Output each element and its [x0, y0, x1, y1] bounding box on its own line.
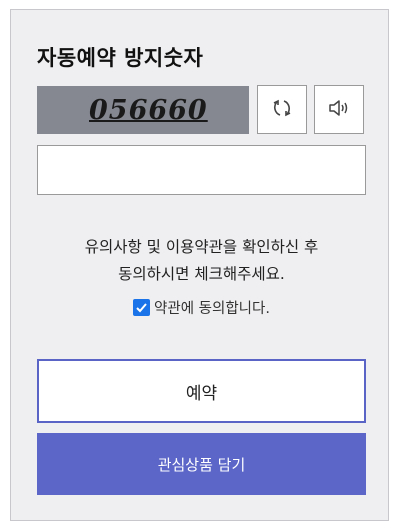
- agree-label[interactable]: 약관에 동의합니다.: [154, 297, 270, 318]
- audio-captcha-button[interactable]: [314, 85, 364, 134]
- add-to-wishlist-button[interactable]: 관심상품 담기: [37, 433, 366, 495]
- refresh-captcha-button[interactable]: [257, 85, 307, 134]
- captcha-image: 056660: [37, 86, 249, 134]
- refresh-icon: [271, 97, 293, 123]
- agreement-notice: 유의사항 및 이용약관을 확인하신 후 동의하시면 체크해주세요.: [37, 234, 366, 288]
- speaker-icon: [327, 97, 351, 123]
- captcha-input[interactable]: [37, 145, 366, 195]
- notice-line-2: 동의하시면 체크해주세요.: [118, 265, 285, 283]
- reserve-button[interactable]: 예약: [37, 359, 366, 423]
- checkmark-icon: [136, 303, 147, 313]
- agree-checkbox[interactable]: [133, 299, 151, 316]
- captcha-code: 056660: [89, 94, 208, 126]
- notice-line-1: 유의사항 및 이용약관을 확인하신 후: [84, 238, 319, 256]
- auto-reservation-panel: 자동예약 방지숫자 056660 유의사항 및 이용약관을 확인하신 후 동의하…: [10, 9, 389, 521]
- agree-row: 약관에 동의합니다.: [37, 297, 366, 318]
- panel-title: 자동예약 방지숫자: [37, 46, 204, 70]
